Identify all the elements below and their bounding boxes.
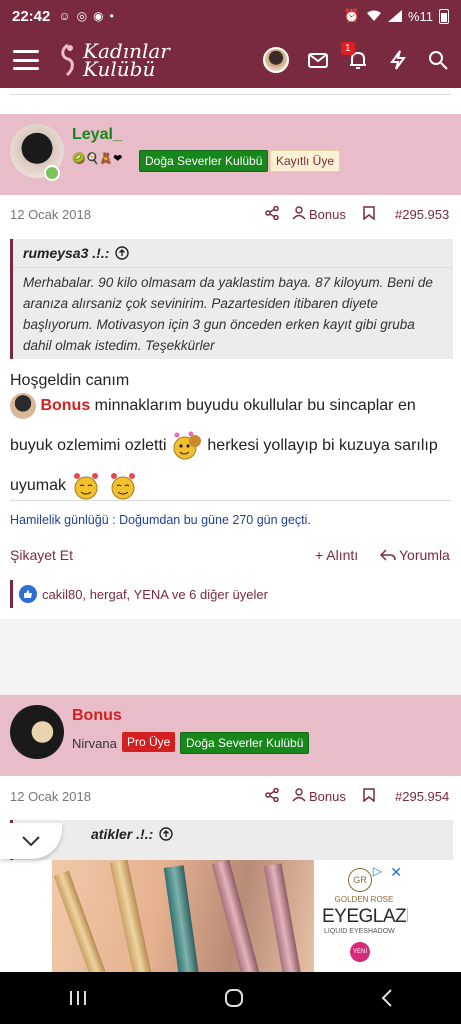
post-number[interactable]: #295.953	[395, 207, 449, 222]
chevron-down-icon	[22, 836, 40, 846]
notification-icon: ☺	[58, 9, 71, 23]
back-icon[interactable]	[380, 988, 394, 1008]
tag-member-level: Kayıtlı Üye	[270, 150, 341, 172]
lightning-icon[interactable]	[387, 49, 409, 71]
search-icon[interactable]	[427, 49, 449, 71]
wifi-icon	[366, 10, 381, 21]
thumbs-up-icon	[19, 585, 37, 603]
status-time: 22:42	[12, 7, 51, 25]
status-notification-icons: ☺ ◎ ◉ •	[58, 9, 113, 23]
app-root: 22:42 ☺ ◎ ◉ • ⏰ %11 Kadınlar Kulübü 1 Le…	[0, 0, 461, 1024]
mail-icon[interactable]	[307, 49, 329, 71]
author-name[interactable]: Bonus	[72, 707, 122, 725]
site-logo[interactable]: Kadınlar Kulübü	[57, 41, 170, 79]
ad-brand: GOLDEN ROSE	[334, 895, 394, 904]
status-system-icons: ⏰ %11	[344, 8, 449, 24]
advertisement[interactable]: ▷ ✕ GR GOLDEN ROSE EYEGLAZE LIQUID EYESH…	[52, 860, 408, 972]
divider	[10, 500, 451, 501]
quote-header[interactable]: atikler .!.:	[13, 820, 453, 848]
post-date[interactable]: 12 Ocak 2018	[10, 789, 91, 804]
bookmark-icon[interactable]	[363, 206, 375, 220]
post-header: Leyal_ 🥝🍳🧸❤ Doğa Severler Kulübü Kayıtlı…	[0, 114, 461, 195]
menu-icon[interactable]	[13, 50, 39, 70]
author-name[interactable]: Leyal_	[72, 126, 122, 144]
app-header: Kadınlar Kulübü 1	[0, 32, 461, 88]
user-icon	[292, 788, 306, 802]
status-bar: 22:42 ☺ ◎ ◉ • ⏰ %11	[0, 0, 461, 32]
ad-info-icon[interactable]: ▷	[373, 864, 382, 878]
notification-badge: 1	[341, 42, 355, 55]
post-number[interactable]: #295.954	[395, 789, 449, 804]
reply-label: Yorumla	[399, 547, 450, 563]
ad-subtitle: LIQUID EYESHADOW	[324, 928, 395, 935]
tag-club[interactable]: Doğa Severler Kulübü	[139, 150, 269, 172]
notification-icon: ◎	[76, 9, 88, 23]
quote-block: rumeysa3 .!.: Merhabalar. 90 kilo olmasa…	[10, 239, 453, 359]
likes-row[interactable]: cakil80, hergaf, YENA ve 6 diğer üyeler	[10, 580, 451, 608]
home-icon[interactable]	[223, 987, 245, 1009]
smiley-emoji-icon	[110, 472, 135, 500]
tag-club[interactable]: Doğa Severler Kulübü	[180, 732, 310, 754]
ad-close-icon[interactable]: ✕	[390, 864, 402, 881]
smiley-emoji-icon	[74, 472, 99, 500]
logo-figure-icon	[61, 43, 74, 77]
post-body: 12 Ocak 2018 Bonus #295.953 rumeysa3 .!.…	[0, 195, 461, 619]
online-status-icon	[44, 165, 60, 181]
quote-text: Merhabalar. 90 kilo olmasam da yaklastim…	[13, 267, 453, 364]
share-icon[interactable]	[265, 788, 279, 802]
system-nav-bar	[0, 972, 461, 1024]
quote-header[interactable]: rumeysa3 .!.:	[13, 239, 453, 267]
author-title: Nirvana	[72, 736, 117, 751]
signature: Hamilelik günlüğü : Doğumdan bu güne 270…	[10, 513, 311, 527]
golden-rose-logo-icon: GR	[348, 868, 372, 892]
quote-author: rumeysa3 .!.:	[23, 245, 110, 261]
post-date[interactable]: 12 Ocak 2018	[10, 207, 91, 222]
user-mention[interactable]: Bonus	[40, 397, 90, 414]
dot-icon: •	[109, 9, 114, 23]
message-paragraph: Bonus minnaklarım buyudu okullular bu si…	[10, 386, 450, 506]
quote-button[interactable]: + Alıntı	[315, 547, 358, 563]
post-message: Hoşgeldin canım Bonus minnaklarım buyudu…	[10, 369, 450, 506]
bonus-link[interactable]: Bonus	[309, 789, 346, 804]
post-header: Bonus Nirvana Pro Üye Doğa Severler Kulü…	[0, 695, 461, 776]
signal-icon	[387, 10, 402, 22]
author-emoji-badges: 🥝🍳🧸❤	[72, 153, 123, 165]
mention-avatar	[10, 392, 36, 419]
bonus-link[interactable]: Bonus	[309, 207, 346, 222]
notification-icon: ◉	[93, 9, 104, 23]
reply-button[interactable]: Yorumla	[380, 547, 450, 563]
bookmark-icon[interactable]	[363, 788, 375, 802]
notifications-button[interactable]: 1	[341, 42, 369, 71]
quote-block: atikler .!.:	[10, 820, 453, 860]
ad-product-image	[52, 860, 314, 972]
squirrel-emoji-icon	[173, 431, 201, 460]
reply-icon	[380, 549, 396, 561]
author-avatar[interactable]	[10, 705, 64, 759]
user-icon	[292, 206, 306, 220]
tag-pro-member: Pro Üye	[122, 732, 176, 752]
arrow-up-circle-icon[interactable]	[159, 827, 173, 841]
report-button[interactable]: Şikayet Et	[10, 547, 73, 563]
arrow-up-circle-icon[interactable]	[115, 246, 130, 260]
quote-author: atikler .!.:	[91, 826, 154, 842]
user-avatar[interactable]	[263, 47, 289, 73]
battery-icon	[439, 8, 449, 24]
recent-apps-icon[interactable]	[68, 989, 88, 1007]
likes-text: cakil80, hergaf, YENA ve 6 diğer üyeler	[42, 586, 268, 602]
ad-title: EYEGLAZE	[322, 906, 408, 927]
share-icon[interactable]	[265, 206, 279, 220]
battery-percent: %11	[407, 8, 433, 24]
previous-post-tail	[0, 88, 461, 114]
alarm-icon: ⏰	[343, 8, 360, 23]
ad-new-badge: YENİ	[350, 942, 370, 962]
post-gap	[0, 619, 461, 695]
